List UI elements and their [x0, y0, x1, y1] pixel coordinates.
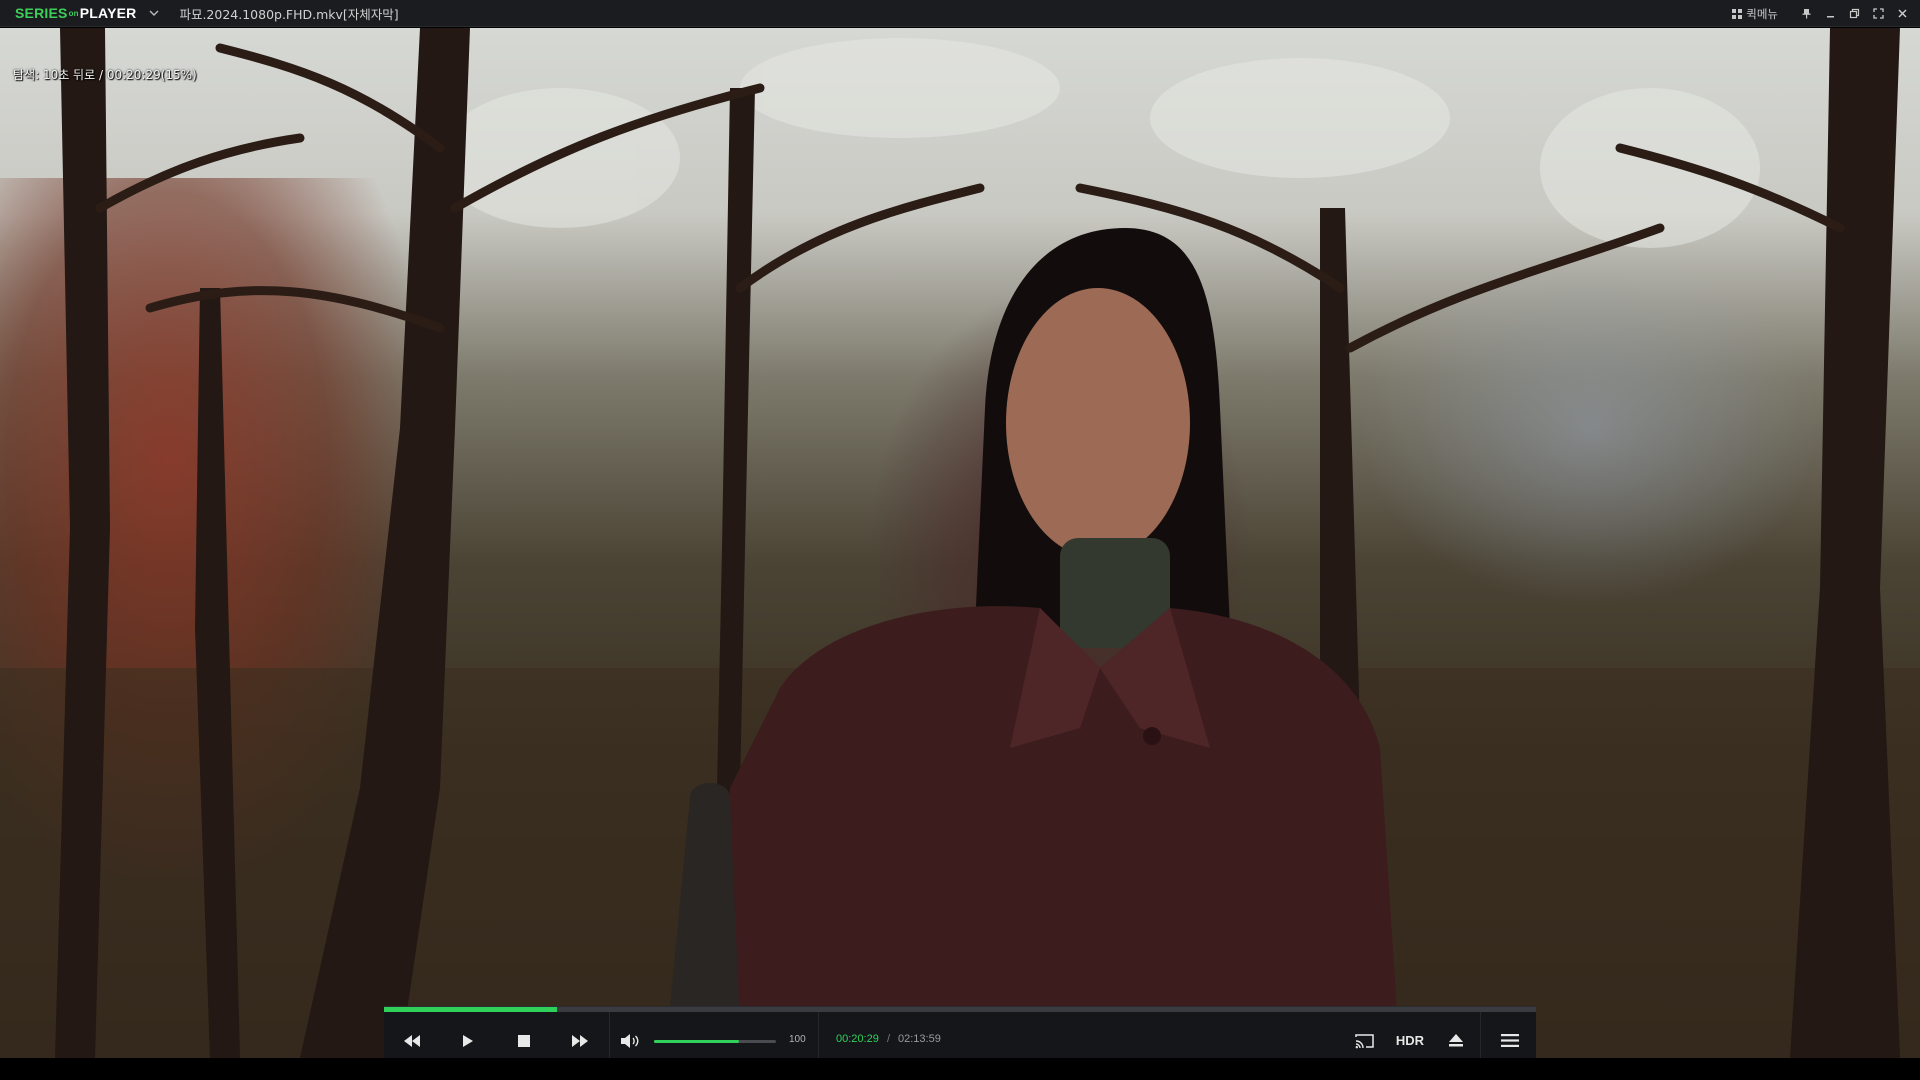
window-controls: 퀵메뉴	[1732, 0, 1920, 27]
video-scene	[0, 28, 1920, 1058]
minimize-icon	[1826, 16, 1834, 18]
logo-on-text: on	[68, 8, 79, 18]
window-title: 파묘.2024.1080p.FHD.mkv[자체자막]	[179, 6, 399, 22]
rewind-icon	[404, 1034, 420, 1047]
logo-series-text: SERIES	[15, 5, 68, 21]
volume-value: 100	[789, 1034, 806, 1045]
fast-forward-icon	[572, 1034, 588, 1047]
quick-menu-button[interactable]: 퀵메뉴	[1732, 6, 1778, 22]
restore-button[interactable]	[1842, 0, 1866, 27]
pin-button[interactable]	[1794, 0, 1818, 27]
volume-icon	[621, 1033, 639, 1048]
current-time: 00:20:29	[836, 1033, 879, 1045]
time-separator: /	[887, 1033, 891, 1045]
title-bar: SERIES on PLAYER 파묘.2024.1080p.FHD.mkv[자…	[0, 0, 1920, 27]
menu-icon	[1501, 1034, 1519, 1047]
cast-icon	[1355, 1033, 1374, 1048]
minimize-button[interactable]	[1818, 0, 1842, 27]
quick-menu-label: 퀵메뉴	[1746, 6, 1778, 21]
eject-icon	[1449, 1034, 1463, 1047]
pin-icon	[1802, 9, 1810, 19]
close-button[interactable]	[1890, 0, 1914, 27]
video-frame[interactable]: 탐색: 10초 뒤로 / 00:20:29(15%)	[0, 28, 1920, 1058]
total-duration[interactable]: 02:13:59	[898, 1033, 941, 1045]
stop-icon	[518, 1034, 530, 1047]
volume-slider[interactable]	[654, 1040, 776, 1043]
osd-seek-message: 탐색: 10초 뒤로 / 00:20:29(15%)	[13, 68, 197, 82]
play-icon	[463, 1034, 473, 1047]
fullscreen-icon	[1872, 8, 1884, 19]
bottom-letterbox	[0, 1058, 1920, 1080]
grid-icon	[1732, 8, 1743, 19]
app-logo[interactable]: SERIES on PLAYER	[0, 0, 161, 27]
sky-patches	[440, 38, 1760, 248]
figure-face	[1006, 288, 1190, 558]
logo-player-text: PLAYER	[79, 5, 137, 21]
figure-coat-button	[1143, 727, 1161, 745]
restore-icon	[1849, 8, 1859, 19]
chevron-down-icon[interactable]	[147, 6, 161, 20]
fullscreen-button[interactable]	[1866, 0, 1890, 27]
close-icon	[1898, 9, 1906, 18]
volume-slider-fill	[654, 1040, 740, 1043]
